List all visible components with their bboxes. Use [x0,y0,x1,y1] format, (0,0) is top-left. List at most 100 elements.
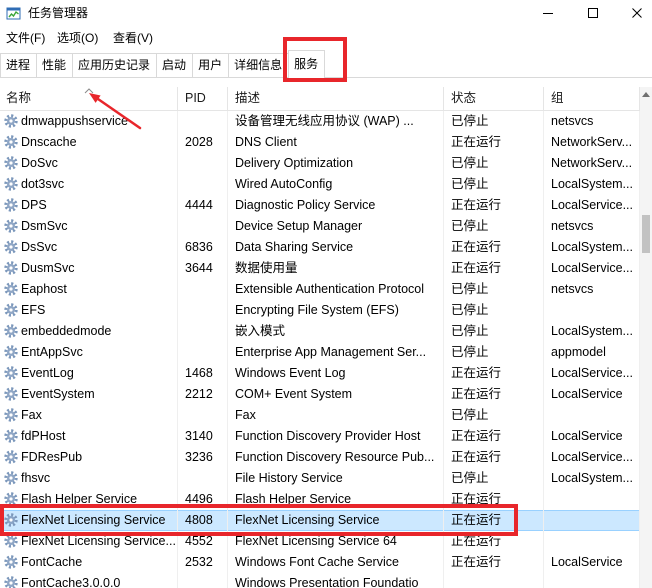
cell-description: FlexNet Licensing Service 64 [228,531,444,552]
service-name: Eaphost [21,282,67,296]
menu-options[interactable]: 选项(O) [57,30,98,46]
table-row[interactable]: DsmSvc Device Setup Manager 已停止 netsvcs [0,216,640,237]
cell-group: LocalSystem... [544,321,640,342]
menu-bar: 文件(F) 选项(O) 查看(V) [0,28,652,48]
column-header-pid[interactable]: PID [178,87,228,110]
service-name: fdPHost [21,429,66,443]
table-row[interactable]: dmwappushservice 设备管理无线应用协议 (WAP) ... 已停… [0,111,640,132]
cell-name: FlexNet Licensing Service [0,510,178,531]
sort-up-icon [84,88,94,94]
table-row[interactable]: Fax Fax 已停止 [0,405,640,426]
cell-description: 设备管理无线应用协议 (WAP) ... [228,111,444,132]
service-name: EntAppSvc [21,345,83,359]
gear-icon [4,198,18,212]
gear-icon [4,576,18,588]
cell-status: 正在运行 [444,552,544,573]
table-row[interactable]: FlexNet Licensing Service... 4552 FlexNe… [0,531,640,552]
cell-status: 正在运行 [444,489,544,510]
cell-description: Encrypting File System (EFS) [228,300,444,321]
maximize-button[interactable] [570,0,614,27]
cell-pid: 2212 [178,384,228,405]
gear-icon [4,366,18,380]
tab-startup[interactable]: 启动 [156,53,194,77]
gear-icon [4,219,18,233]
cell-group [544,573,640,588]
cell-name: EntAppSvc [0,342,178,363]
table-row[interactable]: dot3svc Wired AutoConfig 已停止 LocalSystem… [0,174,640,195]
gear-icon [4,261,18,275]
cell-group: LocalService... [544,195,640,216]
cell-name: dot3svc [0,174,178,195]
cell-status: 已停止 [444,342,544,363]
table-row[interactable]: FDResPub 3236 Function Discovery Resourc… [0,447,640,468]
table-row[interactable]: FontCache3.0.0.0 Windows Presentation Fo… [0,573,640,588]
menu-file[interactable]: 文件(F) [6,30,45,46]
tab-processes[interactable]: 进程 [0,53,38,77]
table-row[interactable]: EventLog 1468 Windows Event Log 正在运行 Loc… [0,363,640,384]
cell-description: Windows Font Cache Service [228,552,444,573]
table-row[interactable]: DusmSvc 3644 数据使用量 正在运行 LocalService... [0,258,640,279]
cell-pid [178,573,228,588]
menu-view[interactable]: 查看(V) [113,30,153,46]
cell-pid: 2028 [178,132,228,153]
service-name: DoSvc [21,156,58,170]
cell-group: LocalService... [544,447,640,468]
cell-pid: 3236 [178,447,228,468]
cell-status: 已停止 [444,153,544,174]
table-row[interactable]: DPS 4444 Diagnostic Policy Service 正在运行 … [0,195,640,216]
cell-status: 正在运行 [444,363,544,384]
service-name: FlexNet Licensing Service... [21,534,176,548]
table-row[interactable]: EFS Encrypting File System (EFS) 已停止 [0,300,640,321]
table-row[interactable]: DsSvc 6836 Data Sharing Service 正在运行 Loc… [0,237,640,258]
cell-status: 正在运行 [444,531,544,552]
table-row[interactable]: FontCache 2532 Windows Font Cache Servic… [0,552,640,573]
column-header-description[interactable]: 描述 [228,87,444,110]
table-row[interactable]: Dnscache 2028 DNS Client 正在运行 NetworkSer… [0,132,640,153]
scroll-up-button[interactable] [640,87,652,103]
cell-pid [178,321,228,342]
table-row[interactable]: fhsvc File History Service 已停止 LocalSyst… [0,468,640,489]
table-row[interactable]: fdPHost 3140 Function Discovery Provider… [0,426,640,447]
tab-app-history[interactable]: 应用历史记录 [72,53,158,77]
gear-icon [4,156,18,170]
cell-status: 已停止 [444,321,544,342]
gear-icon [4,387,18,401]
tab-users[interactable]: 用户 [192,53,230,77]
table-row[interactable]: FlexNet Licensing Service 4808 FlexNet L… [0,510,640,531]
cell-status: 正在运行 [444,195,544,216]
service-name: DsmSvc [21,219,68,233]
cell-description: COM+ Event System [228,384,444,405]
cell-description: Fax [228,405,444,426]
tab-performance[interactable]: 性能 [36,53,74,77]
table-row[interactable]: DoSvc Delivery Optimization 已停止 NetworkS… [0,153,640,174]
table-row[interactable]: Eaphost Extensible Authentication Protoc… [0,279,640,300]
table-row[interactable]: Flash Helper Service 4496 Flash Helper S… [0,489,640,510]
cell-name: FDResPub [0,447,178,468]
gear-icon [4,429,18,443]
table-row[interactable]: EntAppSvc Enterprise App Management Ser.… [0,342,640,363]
cell-status: 已停止 [444,216,544,237]
cell-description: Data Sharing Service [228,237,444,258]
tab-details[interactable]: 详细信息 [228,53,290,77]
tab-services[interactable]: 服务 [288,50,326,78]
cell-description: Windows Presentation Foundatio [228,573,444,588]
close-button[interactable] [614,0,652,27]
cell-description: Extensible Authentication Protocol [228,279,444,300]
table-row[interactable]: embeddedmode 嵌入模式 已停止 LocalSystem... [0,321,640,342]
cell-status: 已停止 [444,279,544,300]
cell-pid: 6836 [178,237,228,258]
column-header-status[interactable]: 状态 [444,87,544,110]
window-title: 任务管理器 [28,6,89,20]
cell-name: embeddedmode [0,321,178,342]
cell-status: 已停止 [444,300,544,321]
minimize-button[interactable] [525,0,570,27]
table-row[interactable]: EventSystem 2212 COM+ Event System 正在运行 … [0,384,640,405]
vertical-scrollbar[interactable] [640,87,652,588]
cell-status: 正在运行 [444,510,544,531]
cell-name: DusmSvc [0,258,178,279]
cell-group [544,405,640,426]
cell-description: FlexNet Licensing Service [228,510,444,531]
cell-name: FontCache3.0.0.0 [0,573,178,588]
column-header-group[interactable]: 组 [544,87,640,110]
scrollbar-thumb[interactable] [642,214,650,253]
